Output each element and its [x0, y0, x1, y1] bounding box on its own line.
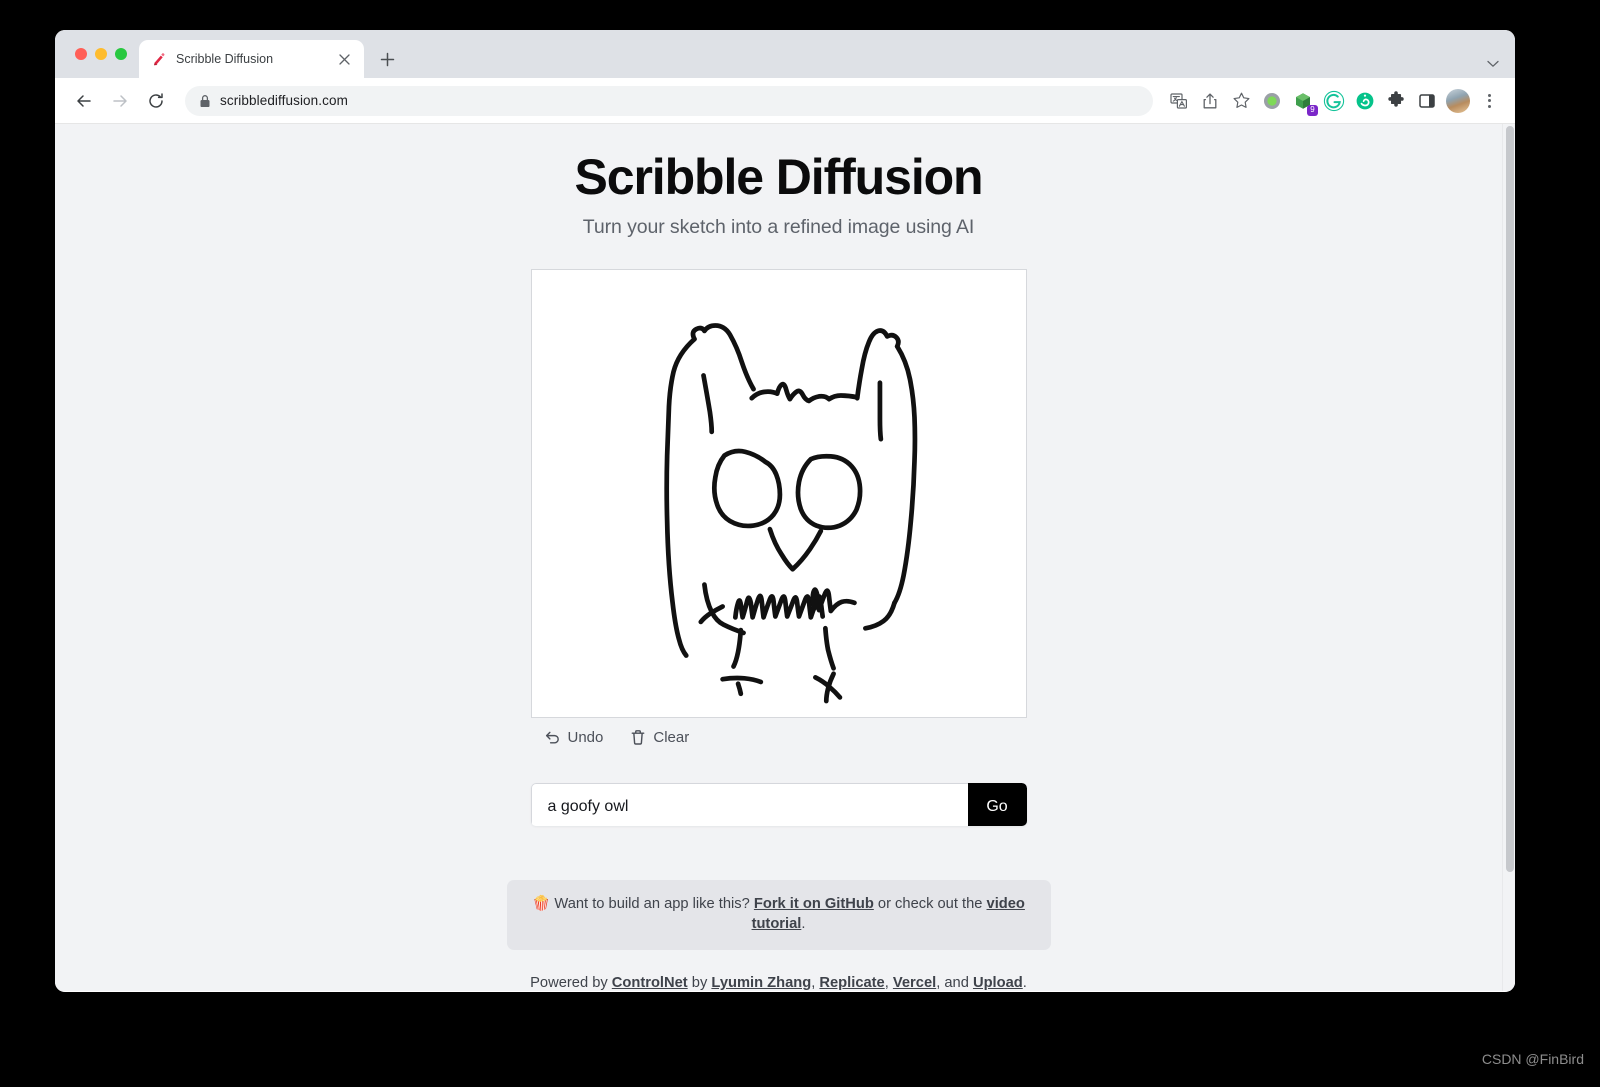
pencil-icon [154, 52, 165, 65]
plus-icon [380, 52, 394, 66]
banner-text-before: Want to build an app like this? [554, 896, 750, 913]
footer-sep-1: , [811, 975, 816, 991]
upload-link[interactable]: Upload [973, 975, 1023, 991]
footer-powered-by: Powered by [530, 975, 608, 991]
translate-icon[interactable] [1165, 87, 1193, 115]
canvas-toolbar: Undo Clear [531, 729, 1027, 746]
window-traffic-lights [69, 30, 139, 78]
avatar-image [1446, 88, 1470, 113]
banner-text-after: . [801, 916, 806, 933]
page-scrollbar[interactable] [1502, 124, 1515, 991]
tab-title: Scribble Diffusion [176, 52, 274, 66]
grammarly-icon[interactable] [1320, 87, 1348, 115]
footer-and: , and [936, 975, 969, 991]
reload-icon [149, 92, 163, 108]
chevron-down-icon [1487, 60, 1499, 67]
back-button[interactable] [69, 86, 99, 116]
page-subtitle: Turn your sketch into a refined image us… [582, 216, 975, 238]
clear-button[interactable]: Clear [630, 729, 689, 746]
kebab-menu-icon[interactable] [1475, 87, 1503, 115]
reload-button[interactable] [141, 86, 171, 116]
extension-badge-count: 9 [1307, 104, 1318, 116]
undo-label: Undo [567, 729, 604, 747]
footer-sep-2: , [884, 975, 889, 991]
clear-label: Clear [653, 729, 690, 747]
extension-cube-green-icon[interactable]: 9 [1289, 87, 1318, 116]
page-title: Scribble Diffusion [574, 149, 983, 205]
puzzle-extensions-icon[interactable] [1382, 87, 1410, 115]
drawing-canvas[interactable] [530, 269, 1027, 719]
go-button[interactable]: Go [967, 783, 1027, 827]
address-bar-url: scribblediffusion.com [220, 93, 348, 108]
tab-strip: Scribble Diffusion [55, 30, 1515, 78]
minimize-window-button[interactable] [95, 48, 107, 60]
tab-close-icon[interactable] [336, 51, 353, 68]
extension-circle-green-icon[interactable] [1258, 87, 1286, 115]
side-panel-icon[interactable] [1413, 87, 1441, 115]
new-tab-button[interactable] [372, 44, 402, 74]
undo-arrow-icon [545, 732, 559, 744]
page-content: Scribble Diffusion Turn your sketch into… [55, 124, 1502, 991]
browser-tab[interactable]: Scribble Diffusion [139, 40, 364, 78]
controlnet-link[interactable]: ControlNet [612, 975, 688, 991]
browser-window: Scribble Diffusion scribblediffusion.com… [55, 30, 1515, 992]
forward-arrow-icon [113, 94, 127, 107]
replicate-link[interactable]: Replicate [819, 975, 884, 991]
trash-icon [631, 730, 645, 746]
prompt-form: Go [530, 783, 1027, 827]
footer-by: by [691, 975, 708, 991]
window-menu-chevron[interactable] [1487, 60, 1499, 68]
address-bar[interactable]: scribblediffusion.com [185, 85, 1153, 116]
extension-swirl-icon[interactable] [1351, 87, 1379, 115]
footer-period: . [1022, 975, 1027, 991]
prompt-input[interactable] [530, 783, 968, 827]
maximize-window-button[interactable] [115, 48, 127, 60]
footer-credits: Powered by ControlNet by Lyumin Zhang, R… [530, 975, 1027, 991]
toolbar-icon-group: 9 [1165, 87, 1503, 116]
bookmark-star-icon[interactable] [1227, 87, 1255, 115]
vercel-link[interactable]: Vercel [893, 975, 936, 991]
page-viewport: Scribble Diffusion Turn your sketch into… [55, 124, 1515, 991]
banner-text-middle: or check out the [877, 896, 983, 913]
share-icon[interactable] [1196, 87, 1224, 115]
back-arrow-icon [77, 94, 91, 107]
browser-toolbar: scribblediffusion.com 9 [55, 78, 1515, 124]
lock-icon [200, 94, 210, 107]
forward-button[interactable] [105, 86, 135, 116]
author-link[interactable]: Lyumin Zhang [711, 975, 811, 991]
info-banner: 🍿 Want to build an app like this? Fork it… [506, 880, 1051, 950]
popcorn-icon: 🍿 [532, 896, 551, 913]
kebab-dots [1487, 93, 1491, 108]
undo-button[interactable]: Undo [544, 729, 604, 747]
watermark: CSDN @FinBird [1481, 1051, 1584, 1067]
scrollbar-thumb[interactable] [1505, 126, 1514, 872]
avatar[interactable] [1444, 87, 1472, 115]
owl-sketch [663, 323, 917, 704]
fork-on-github-link[interactable]: Fork it on GitHub [754, 896, 874, 912]
close-window-button[interactable] [75, 48, 87, 60]
